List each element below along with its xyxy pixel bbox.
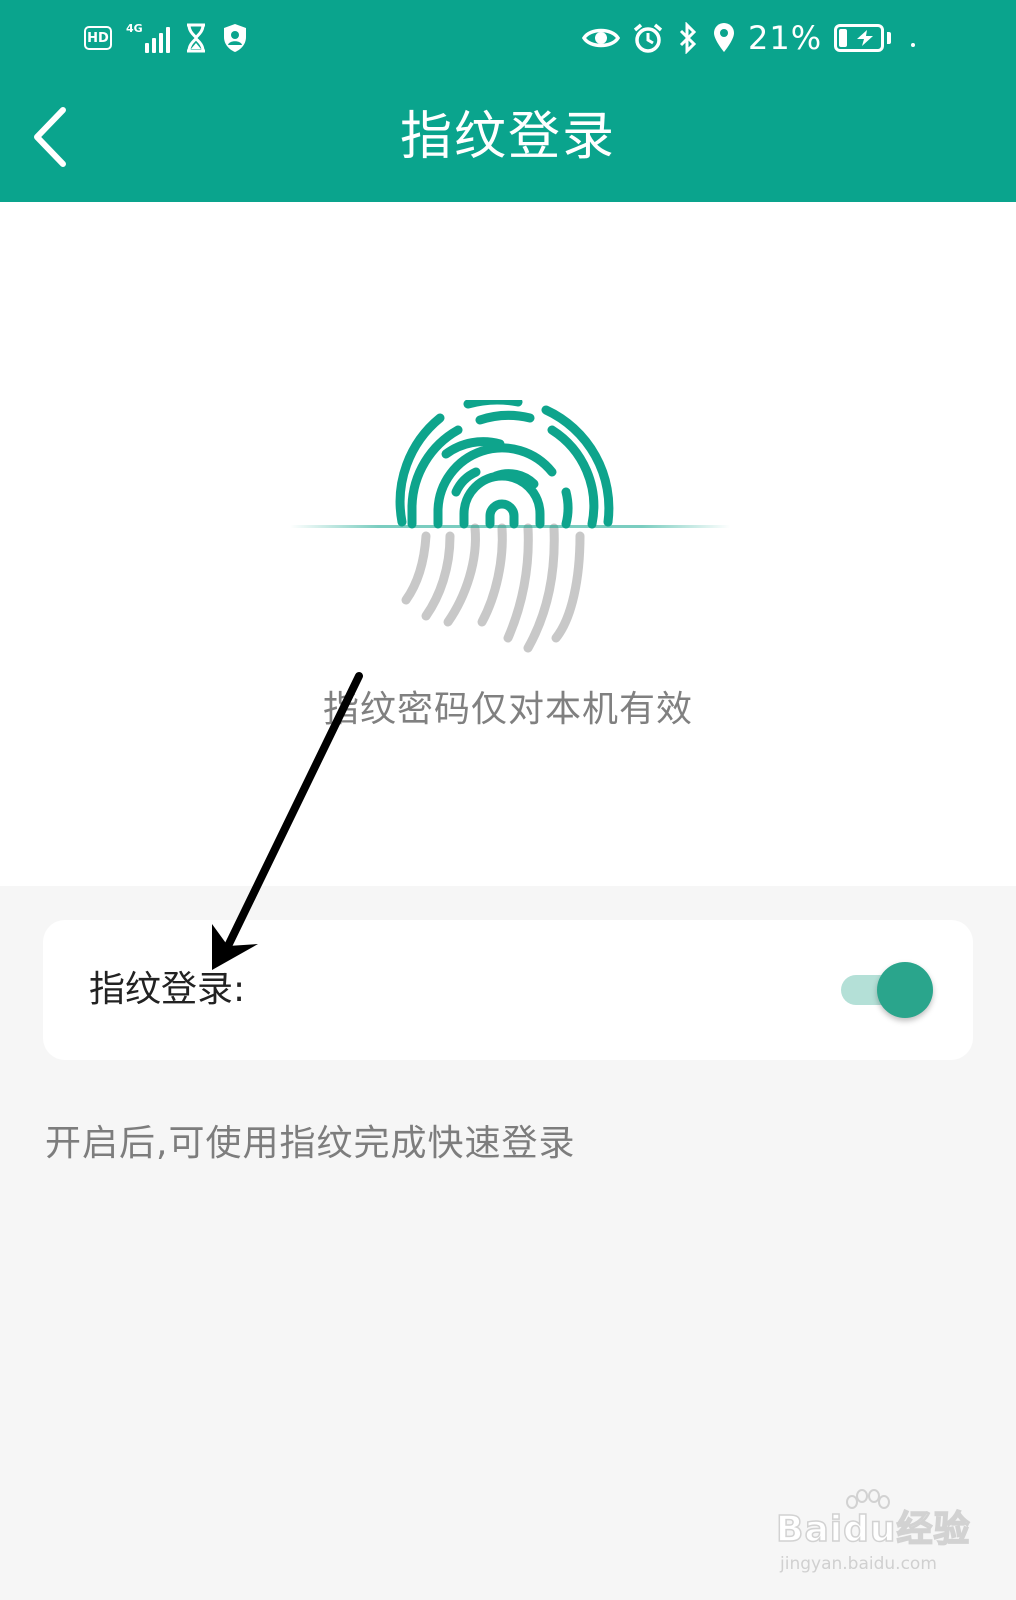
alarm-icon: [633, 23, 663, 53]
toggle-thumb: [877, 962, 933, 1018]
bluetooth-icon: [679, 22, 697, 54]
device-only-note: 指纹密码仅对本机有效: [322, 689, 693, 730]
location-icon: [714, 23, 734, 52]
watermark-url: jingyan.baidu.com: [780, 1554, 937, 1574]
battery-tip: [887, 32, 892, 44]
baidu-watermark: Baidu经验 jingyan.baidu.com: [775, 1488, 976, 1578]
setting-label: 指纹登录:: [89, 969, 246, 1010]
status-left-icons: HD 4G: [84, 20, 248, 56]
page-title: 指纹登录: [399, 107, 616, 167]
hero-section: 指纹密码仅对本机有效: [0, 202, 1016, 886]
signal-icon: 4G: [126, 23, 170, 53]
fingerprint-icon: [290, 400, 730, 653]
charging-bolt-icon: [857, 30, 874, 46]
shield-user-icon: [224, 24, 246, 52]
fingerprint-login-toggle[interactable]: [839, 962, 935, 1018]
setting-hint: 开启后,可使用指纹完成快速登录: [45, 1123, 576, 1164]
hd-icon: HD: [84, 26, 112, 50]
watermark-logo: Baidu经验: [775, 1509, 971, 1551]
battery-percent: 21%: [748, 19, 823, 57]
status-bar: HD 4G 21%: [0, 0, 1016, 80]
status-dot: [911, 43, 916, 47]
battery-icon: [834, 24, 885, 52]
fingerprint-login-setting: 指纹登录:: [43, 920, 973, 1060]
app-header: HD 4G 21% 指纹登录: [0, 0, 1016, 202]
network-type: 4G: [126, 22, 143, 35]
status-right-icons: 21%: [582, 18, 916, 58]
eye-icon: [582, 28, 620, 48]
hourglass-icon: [187, 23, 205, 53]
battery-level: [839, 29, 848, 47]
